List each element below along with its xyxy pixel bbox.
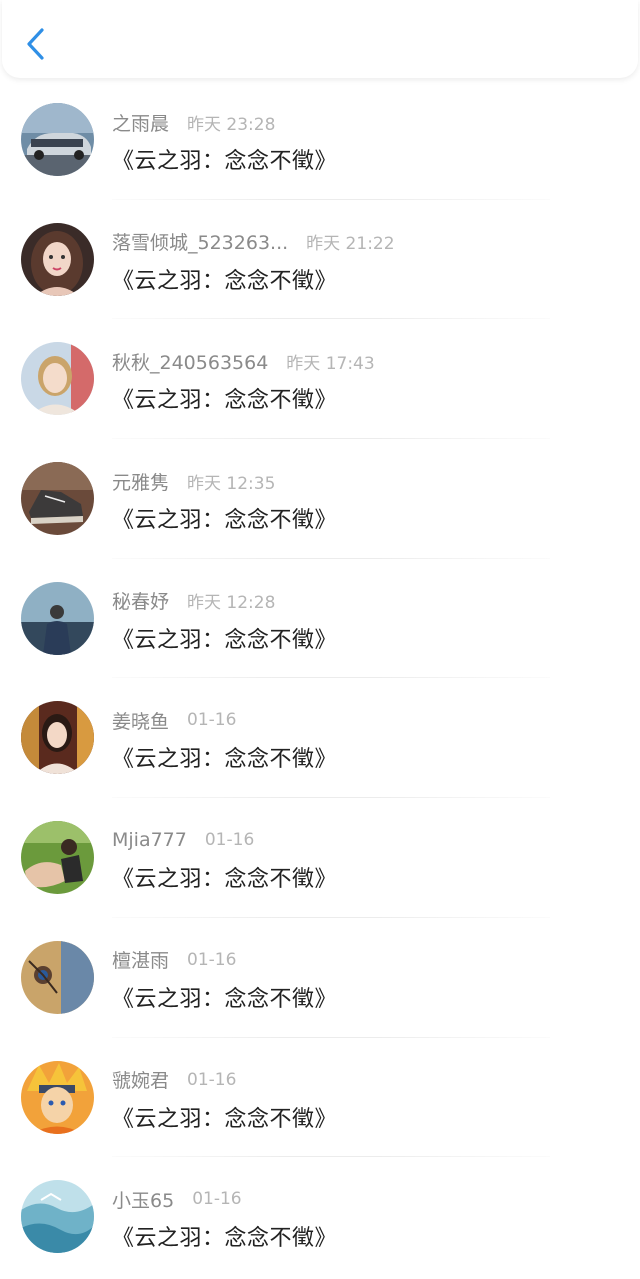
message-text: 《云之羽：念念不徵》	[112, 747, 338, 773]
message-text: 《云之羽：念念不徵》	[112, 149, 338, 174]
avatar[interactable]	[21, 342, 94, 416]
avatar[interactable]	[21, 462, 94, 536]
user-name: 姜晓鱼	[112, 710, 170, 733]
avatar[interactable]	[21, 222, 94, 296]
message-text: 《云之羽：念念不徵》	[112, 986, 338, 1012]
timestamp: 01-16	[187, 949, 237, 970]
user-name: 秘春妤	[112, 591, 170, 614]
user-name: 虢婉君	[112, 1070, 170, 1092]
list-item[interactable]: Mjia777 01-16 《云之羽：念念不徵》	[0, 798, 640, 918]
avatar[interactable]	[21, 103, 94, 176]
list-item[interactable]: 落雪倾城_523263... 昨天 21:22 《云之羽：念念不徵》	[0, 200, 640, 320]
timestamp: 昨天 23:28	[187, 114, 276, 135]
message-text: 《云之羽：念念不徵》	[112, 867, 338, 893]
list-item[interactable]: 小玉65 01-16 《云之羽：念念不徵》	[0, 1157, 640, 1277]
timestamp: 昨天 21:22	[306, 234, 395, 255]
list-item[interactable]: 之雨晨 昨天 23:28 《云之羽：念念不徵》	[0, 80, 640, 200]
list-item[interactable]: 姜晓鱼 01-16 《云之羽：念念不徵》	[0, 678, 640, 799]
user-list: 之雨晨 昨天 23:28 《云之羽：念念不徵》 落雪倾城_523263... 昨…	[0, 80, 640, 1277]
message-text: 《云之羽：念念不徵》	[112, 268, 338, 294]
avatar[interactable]	[21, 1180, 94, 1254]
timestamp: 01-16	[192, 1189, 242, 1210]
message-text: 《云之羽：念念不徵》	[112, 388, 338, 414]
list-item[interactable]: 元雅隽 昨天 12:35 《云之羽：念念不徵》	[0, 439, 640, 559]
avatar[interactable]	[21, 940, 94, 1014]
user-name: 小玉65	[112, 1189, 175, 1212]
list-item[interactable]: 虢婉君 01-16 《云之羽：念念不徵》	[0, 1038, 640, 1158]
avatar[interactable]	[21, 701, 94, 775]
user-name: 元雅隽	[112, 471, 170, 494]
timestamp: 01-16	[204, 830, 255, 851]
user-name: Mjia777	[112, 829, 187, 852]
user-name: 之雨晨	[112, 112, 170, 135]
user-name: 落雪倾城_523263...	[112, 232, 289, 255]
message-text: 《云之羽：念念不徵》	[112, 1106, 338, 1132]
message-text: 《云之羽：念念不徵》	[112, 508, 338, 534]
avatar[interactable]	[21, 821, 94, 895]
timestamp: 01-16	[187, 1069, 237, 1090]
message-text: 《云之羽：念念不徵》	[112, 627, 338, 653]
user-name: 檀湛雨	[112, 950, 170, 973]
timestamp: 昨天 17:43	[286, 353, 375, 374]
top-bar	[2, 0, 638, 78]
back-button[interactable]	[16, 22, 56, 66]
timestamp: 昨天 12:28	[187, 593, 276, 614]
avatar[interactable]	[21, 1060, 94, 1134]
message-text: 《云之羽：念念不徵》	[112, 1226, 338, 1252]
chevron-left-icon	[27, 28, 44, 60]
timestamp: 01-16	[187, 710, 237, 731]
user-name: 秋秋_240563564	[112, 351, 269, 374]
list-item[interactable]: 檀湛雨 01-16 《云之羽：念念不徵》	[0, 918, 640, 1038]
timestamp: 昨天 12:35	[187, 473, 276, 494]
list-item[interactable]: 秘春妤 昨天 12:28 《云之羽：念念不徵》	[0, 559, 640, 679]
avatar[interactable]	[21, 581, 94, 655]
list-item[interactable]: 秋秋_240563564 昨天 17:43 《云之羽：念念不徵》	[0, 319, 640, 440]
